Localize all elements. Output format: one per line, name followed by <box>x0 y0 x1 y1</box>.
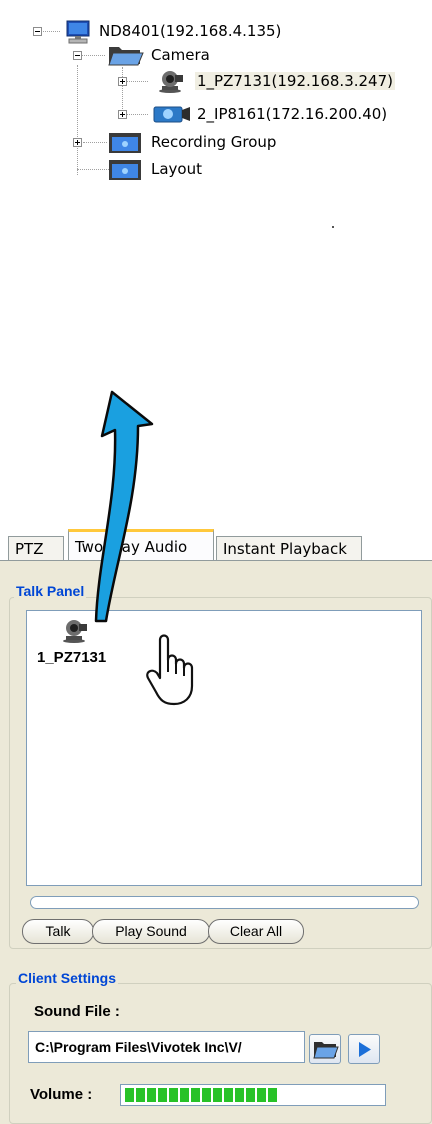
tab-strip-line <box>0 560 432 561</box>
talk-progress-bar <box>30 896 419 909</box>
tree-node-label: Camera <box>151 46 210 64</box>
tab-label: PTZ <box>15 540 44 558</box>
tree-connector <box>77 169 109 170</box>
tab-ptz[interactable]: PTZ <box>8 536 64 560</box>
browse-button[interactable] <box>309 1034 341 1064</box>
tab-two-way-audio[interactable]: Two Way Audio <box>68 529 214 560</box>
clear-all-button[interactable]: Clear All <box>208 919 304 944</box>
tree-connector <box>77 65 78 175</box>
box-camera-icon <box>153 106 190 123</box>
tree-connector <box>122 67 123 115</box>
collapse-toggle-camera[interactable] <box>73 51 82 60</box>
client-settings-title: Client Settings <box>16 970 119 986</box>
sound-file-label: Sound File : <box>34 1003 120 1020</box>
talk-panel-list[interactable]: 1_PZ7131 <box>26 610 422 886</box>
play-button[interactable] <box>348 1034 380 1064</box>
computer-icon <box>66 20 90 44</box>
open-folder-icon <box>108 47 144 66</box>
tree-node-camera-2[interactable]: 2_IP8161(172.16.200.40) <box>195 103 389 125</box>
folder-open-icon <box>313 1042 339 1059</box>
tree-connector <box>83 142 107 143</box>
recording-group-icon <box>109 133 141 153</box>
device-tree: ND8401(192.168.4.135) Camera 1_PZ7131(19… <box>0 0 432 228</box>
talk-button[interactable]: Talk <box>22 919 94 944</box>
sound-file-input[interactable]: C:\Program Files\Vivotek Inc\V/ <box>28 1031 305 1063</box>
tree-node-camera[interactable]: Camera <box>149 44 212 66</box>
collapse-toggle-root[interactable] <box>33 27 42 36</box>
volume-level-fill <box>125 1088 279 1102</box>
tree-node-label: ND8401(192.168.4.135) <box>99 22 282 40</box>
tab-label: Instant Playback <box>223 540 347 558</box>
talk-panel-title: Talk Panel <box>14 583 87 599</box>
play-sound-button[interactable]: Play Sound <box>92 919 210 944</box>
volume-slider[interactable] <box>120 1084 386 1106</box>
expand-toggle-recording-group[interactable] <box>73 138 82 147</box>
expand-toggle-camera-1[interactable] <box>118 77 127 86</box>
talk-item-label[interactable]: 1_PZ7131 <box>37 649 106 666</box>
tree-node-root[interactable]: ND8401(192.168.4.135) <box>97 20 283 42</box>
layout-icon <box>109 160 141 180</box>
tree-node-camera-1[interactable]: 1_PZ7131(192.168.3.247) <box>195 70 395 92</box>
ptz-camera-icon <box>159 71 183 93</box>
play-icon <box>359 1042 371 1057</box>
tree-node-label: Layout <box>151 160 202 178</box>
tree-node-layout[interactable]: Layout <box>149 158 204 180</box>
volume-label: Volume : <box>30 1086 93 1103</box>
ptz-camera-icon <box>63 620 87 643</box>
tree-node-label: Recording Group <box>151 133 277 151</box>
tree-node-label: 2_IP8161(172.16.200.40) <box>197 105 388 123</box>
tree-node-recording-group[interactable]: Recording Group <box>149 131 278 153</box>
tab-instant-playback[interactable]: Instant Playback <box>216 536 362 560</box>
stray-dot <box>332 226 334 228</box>
tree-node-label: 1_PZ7131(192.168.3.247) <box>195 72 395 90</box>
expand-toggle-camera-2[interactable] <box>118 110 127 119</box>
tab-label: Two Way Audio <box>75 538 188 556</box>
